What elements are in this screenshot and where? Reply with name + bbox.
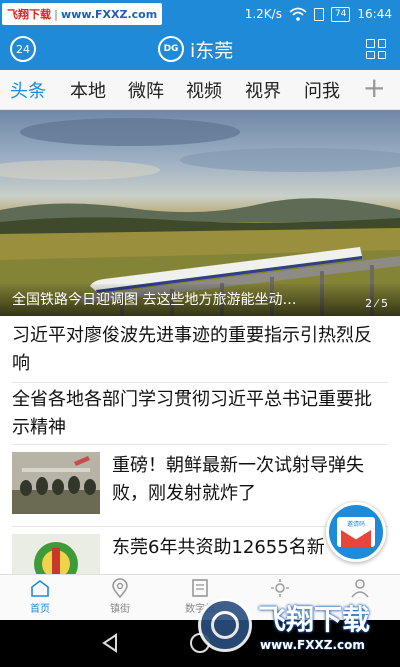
battery-icon: 74 [330,6,351,22]
tab-bendi[interactable]: 本地 [70,77,106,103]
clock: 16:44 [357,7,392,21]
watermark-name: 飞翔下载 [7,8,51,21]
tab-toutiao[interactable]: 头条 [10,77,46,103]
divider [12,382,388,383]
nav-towns[interactable]: 镇街 [80,577,160,619]
tab-wenwo[interactable]: 问我 [304,77,340,103]
invite-code-label: 邀请码 [346,521,365,528]
app-header: 24 DG i东莞 [0,28,400,70]
weather-badge[interactable]: 24 [10,36,36,62]
news-thumbnail[interactable] [12,534,100,574]
channel-tabs: 头条 本地 微阵 视频 视界 问我 + [0,70,400,110]
grid-menu-icon[interactable] [366,39,386,59]
location-icon [112,578,128,599]
wifi-icon [289,7,307,21]
nav-label-home: 首页 [30,604,50,615]
status-bar: 飞翔下载 | www.FXXZ.com 1.2K/s 74 16:44 [0,0,400,28]
charity-image [12,534,100,574]
watermark-url: www.FXXZ.com [61,7,158,21]
watermark-separator: | [54,7,59,21]
add-channel-icon[interactable]: + [363,72,386,104]
news-thumbnail[interactable] [12,452,100,514]
app-title: i东莞 [190,39,234,62]
network-speed: 1.2K/s [244,7,282,21]
watermark-url-bottom: www.FXXZ.com [260,638,365,652]
logo-icon: DG [158,36,184,62]
nav-home[interactable]: 首页 [0,577,80,619]
hero-caption-bar: 全国铁路今日迎调图 去这些地方旅游能坐动… 2 ⁄ 5 [0,284,400,316]
pager-current: 2 [365,297,373,310]
watermark-banner: 飞翔下载 | www.FXXZ.com [2,3,163,25]
hero-carousel[interactable]: 全国铁路今日迎调图 去这些地方旅游能坐动… 2 ⁄ 5 [0,110,400,316]
divider [12,444,388,445]
watermark-logo-icon [198,598,252,652]
pager-total: 5 [381,297,388,310]
news-item-1[interactable]: 习近平对廖俊波先进事迹的重要指示引热烈反响 [12,322,380,378]
home-icon [31,580,49,597]
brand: DG i东莞 [158,36,233,62]
tab-shipin[interactable]: 视频 [186,77,222,103]
watermark-overlay: 飞翔下载 www.FXXZ.com [198,594,398,658]
hero-caption: 全国铁路今日迎调图 去这些地方旅游能坐动… [12,292,297,308]
carousel-pager: 2 ⁄ 5 [365,297,388,310]
nav-label-towns: 镇街 [110,604,130,615]
invite-code-button[interactable]: 邀请码 [326,502,386,562]
missile-launch-image [12,452,100,514]
watermark-title: 飞翔下载 [258,603,371,636]
back-icon[interactable] [100,632,120,654]
envelope-icon: 邀请码 [337,517,375,547]
news-item-2[interactable]: 全省各地各部门学习贯彻习近平总书记重要批示精神 [12,386,380,442]
status-indicators: 1.2K/s 74 16:44 [245,0,392,28]
tab-weizhen[interactable]: 微阵 [128,77,164,103]
tab-shijie[interactable]: 视界 [245,77,281,103]
sim-icon [313,7,324,21]
news-item-3[interactable]: 重磅！朝鲜最新一次试射导弹失败，刚发射就炸了 [112,452,380,508]
